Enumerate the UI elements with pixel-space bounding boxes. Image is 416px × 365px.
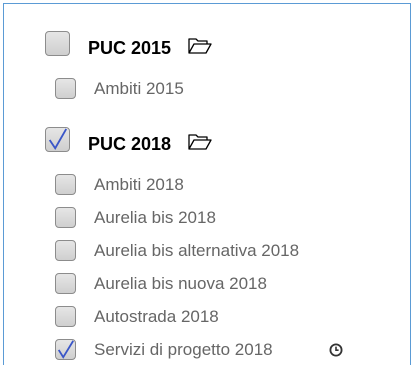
- layer-label-aurelia-bis-nuova-2018[interactable]: Aurelia bis nuova 2018: [94, 274, 267, 294]
- group-checkbox-puc-2018[interactable]: [45, 127, 70, 152]
- layer-checkbox-aurelia-bis-nuova-2018[interactable]: [55, 273, 76, 294]
- group-label-puc-2018[interactable]: PUC 2018: [88, 133, 171, 155]
- layer-label-servizi-di-progetto-2018[interactable]: Servizi di progetto 2018: [94, 340, 273, 360]
- layer-tree-panel: PUC 2015 Ambiti 2015 PUC 2018 Ambiti 201…: [3, 3, 411, 365]
- folder-icon[interactable]: [188, 37, 212, 55]
- layer-checkbox-servizi-di-progetto-2018[interactable]: [55, 339, 76, 360]
- layer-label-ambiti-2015[interactable]: Ambiti 2015: [94, 79, 184, 99]
- layer-label-aurelia-bis-alternativa-2018[interactable]: Aurelia bis alternativa 2018: [94, 241, 299, 261]
- layer-checkbox-autostrada-2018[interactable]: [55, 306, 76, 327]
- layer-checkbox-aurelia-bis-alternativa-2018[interactable]: [55, 240, 76, 261]
- layer-checkbox-ambiti-2018[interactable]: [55, 174, 76, 195]
- layer-label-ambiti-2018[interactable]: Ambiti 2018: [94, 175, 184, 195]
- layer-label-autostrada-2018[interactable]: Autostrada 2018: [94, 307, 219, 327]
- layer-label-aurelia-bis-2018[interactable]: Aurelia bis 2018: [94, 208, 216, 228]
- layer-checkbox-ambiti-2015[interactable]: [55, 78, 76, 99]
- layer-checkbox-aurelia-bis-2018[interactable]: [55, 207, 76, 228]
- clock-icon[interactable]: [329, 343, 343, 357]
- group-label-puc-2015[interactable]: PUC 2015: [88, 37, 171, 59]
- group-checkbox-puc-2015[interactable]: [45, 31, 70, 56]
- folder-icon[interactable]: [188, 133, 212, 151]
